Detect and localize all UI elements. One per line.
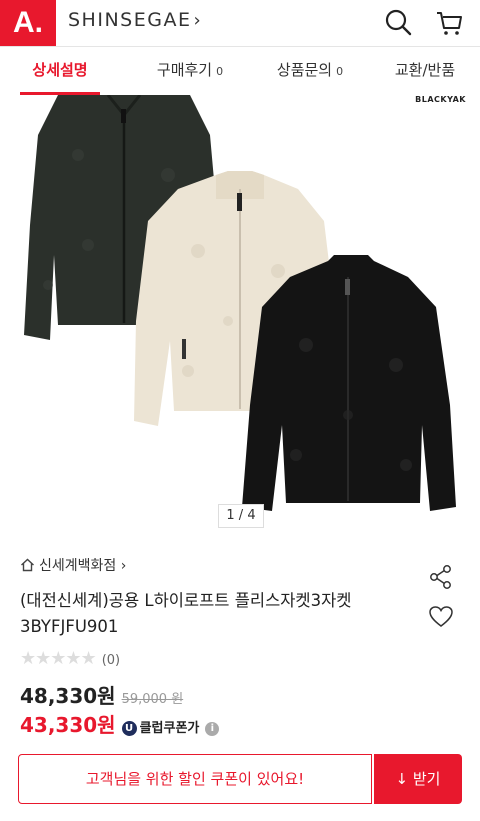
tab-label: 상세설명 xyxy=(32,61,88,79)
sale-price: 48,330원 xyxy=(20,684,116,708)
brand-watermark: BLACKYAK xyxy=(415,95,466,104)
rating[interactable]: ★★★★★ (0) xyxy=(20,649,120,669)
tab-qna[interactable]: 상품문의 0 xyxy=(260,47,360,95)
product-title: (대전신세계)공용 L하이로프트 플리스자켓3자켓 3BYFJFU901 xyxy=(20,591,352,636)
image-pager: 1 / 4 xyxy=(218,504,264,528)
cart-icon[interactable] xyxy=(434,7,464,37)
store-link[interactable]: 신세계백화점 › xyxy=(20,556,126,576)
jacket-black-image xyxy=(242,255,456,511)
info-icon[interactable]: i xyxy=(205,722,220,736)
tab-exchange-return[interactable]: 교환/반품 xyxy=(380,47,470,95)
top-bar: A. SHINSEGAE › xyxy=(0,0,480,47)
coupon-price-row: 43,330원 U 클럽쿠폰가 i xyxy=(20,711,220,739)
tab-label: 구매후기 xyxy=(156,61,213,79)
tab-count: 0 xyxy=(216,65,224,78)
original-price: 59,000 원 xyxy=(121,692,184,707)
store-name: 신세계백화점 xyxy=(39,558,117,574)
share-icon[interactable] xyxy=(428,564,454,590)
detail-tabs: 상세설명 구매후기 0 상품문의 0 교환/반품 xyxy=(0,47,480,96)
product-image-gallery[interactable]: BLACKYAK 1 / 4 xyxy=(0,95,480,535)
brand-link[interactable]: SHINSEGAE › xyxy=(68,9,202,31)
price-row: 48,330원 59,000 원 xyxy=(20,683,183,709)
tab-label: 상품문의 xyxy=(276,61,333,79)
chevron-right-icon: › xyxy=(193,10,203,31)
coupon-message-button[interactable]: 고객님을 위한 할인 쿠폰이 있어요! xyxy=(18,754,372,804)
star-rating-icon: ★★★★★ xyxy=(20,648,97,669)
tab-detail[interactable]: 상세설명 xyxy=(20,47,100,95)
coupon-price-label: 클럽쿠폰가 xyxy=(139,721,200,736)
search-icon[interactable] xyxy=(384,8,412,36)
club-coupon-badge-icon: U xyxy=(121,721,137,736)
tab-count: 0 xyxy=(336,65,344,78)
home-icon xyxy=(21,558,34,572)
chevron-right-icon: › xyxy=(120,558,127,574)
tab-label: 교환/반품 xyxy=(394,61,456,79)
review-count: (0) xyxy=(101,653,121,668)
download-coupon-button[interactable]: ↓ 받기 xyxy=(374,754,462,804)
tab-reviews[interactable]: 구매후기 0 xyxy=(140,47,240,95)
coupon-price: 43,330원 xyxy=(20,713,116,737)
logo[interactable]: A. xyxy=(0,0,56,46)
heart-icon[interactable] xyxy=(428,605,454,629)
brand-name: SHINSEGAE xyxy=(68,9,192,31)
